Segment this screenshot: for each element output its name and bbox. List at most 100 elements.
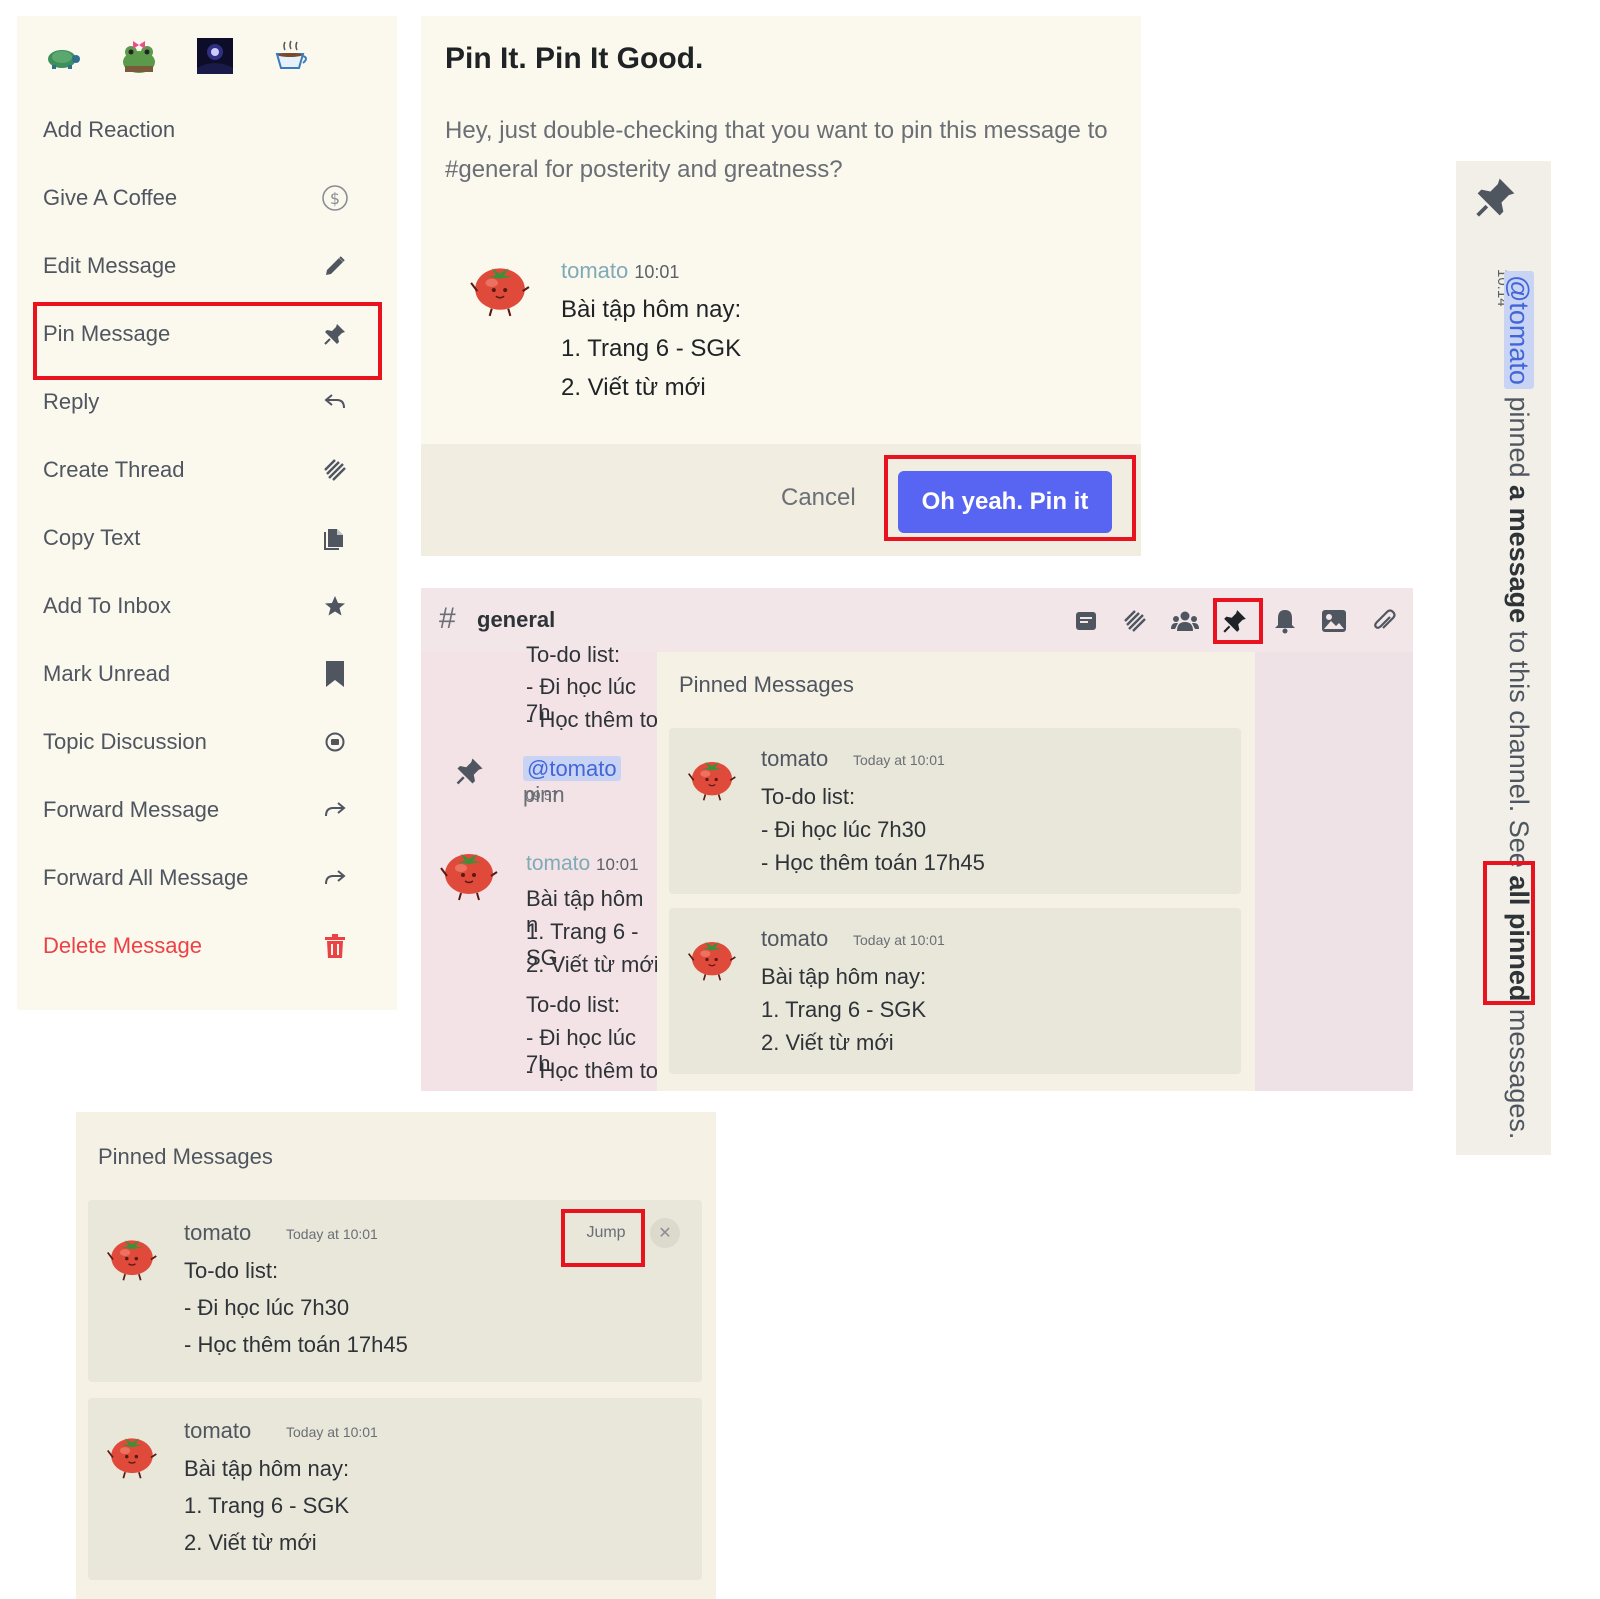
menu-copy-text[interactable]: Copy Text (27, 506, 365, 570)
menu-edit-message[interactable]: Edit Message (27, 234, 365, 298)
members-icon[interactable] (1168, 604, 1202, 638)
tomato-avatar (106, 1239, 158, 1282)
reply-arrow-icon (321, 388, 349, 416)
popout-title: Pinned Messages (98, 1144, 273, 1169)
message-username: tomato (761, 926, 829, 951)
tomato-avatar (687, 761, 737, 802)
member-list-area (1255, 652, 1413, 1091)
thread-icon[interactable] (1118, 604, 1152, 638)
bell-icon[interactable] (1268, 604, 1302, 638)
menu-item-label: Copy Text (43, 525, 141, 550)
tomato-avatar (687, 941, 737, 982)
highlight-jump-button (561, 1209, 645, 1267)
pinned-message-link[interactable]: a message (1504, 485, 1534, 623)
highlight-all-pinned-link (1483, 861, 1535, 1005)
menu-item-label: Mark Unread (43, 661, 171, 686)
image-icon[interactable] (1317, 604, 1351, 638)
channel-name: general (477, 607, 556, 632)
system-time: 09:57 (526, 788, 559, 803)
menu-topic-discussion[interactable]: Topic Discussion (27, 710, 365, 774)
message-context-menu: Add Reaction Give A Coffee $ Edit Messag… (17, 16, 397, 1010)
message-username: tomato (526, 852, 591, 875)
message-username: tomato (184, 1418, 252, 1443)
menu-item-label: Add Reaction (43, 117, 176, 142)
pinned-messages-popout: Pinned Messages tomato Today at 10:01 Ju… (76, 1112, 716, 1599)
copy-icon (321, 524, 349, 552)
message-line: 2. Viết từ mới (561, 374, 706, 401)
highlight-pin-toolbar-button (1213, 598, 1263, 644)
forward-arrow-icon (321, 864, 349, 892)
message-time: 10:01 (634, 262, 680, 282)
cancel-button[interactable]: Cancel (781, 484, 856, 512)
frog-with-bow-emoji-icon[interactable] (119, 36, 159, 76)
tomato-avatar (470, 267, 530, 317)
user-mention[interactable]: @tomato (523, 756, 621, 781)
menu-item-label: Give A Coffee (43, 185, 178, 210)
message-line: 2. Viết từ mới (761, 1030, 894, 1055)
trash-icon (321, 932, 349, 960)
svg-text:$: $ (330, 189, 340, 208)
dialog-description: Hey, just double-checking that you want … (445, 117, 1108, 183)
menu-add-to-inbox[interactable]: Add To Inbox (27, 574, 365, 638)
menu-item-label: Edit Message (43, 253, 177, 278)
message-line: Bài tập hôm nay: (561, 296, 742, 323)
pinned-message-card[interactable]: tomato Today at 10:01 Bài tập hôm nay: 1… (88, 1398, 702, 1580)
menu-item-label: Topic Discussion (43, 729, 207, 754)
message-username: tomato (561, 258, 629, 283)
message-line: - Học thêm toán 17h45 (761, 850, 985, 875)
message-line: - Đi học lúc 7h30 (761, 817, 927, 842)
menu-forward-message[interactable]: Forward Message (27, 778, 365, 842)
message-time: Today at 10:01 (853, 932, 945, 948)
message-line: - Học thêm to (526, 1058, 659, 1083)
menu-mark-unread[interactable]: Mark Unread (27, 642, 365, 706)
message-line: To-do list: (526, 642, 621, 667)
message-time: 10:01 (596, 855, 639, 874)
message-line: 1. Trang 6 - SGK (761, 997, 927, 1022)
highlight-pin-message (33, 302, 382, 380)
pin-icon (456, 758, 483, 785)
message-line: Bài tập hôm nay: (761, 964, 927, 989)
tomato-avatar (106, 1437, 158, 1480)
pinned-message-card[interactable]: tomato Today at 10:01 Bài tập hôm nay: 1… (669, 908, 1241, 1074)
dollar-coin-icon: $ (321, 184, 349, 212)
menu-item-label: Create Thread (43, 457, 185, 482)
message-line: 1. Trang 6 - SGK (184, 1493, 350, 1518)
message-time: Today at 10:01 (853, 752, 945, 768)
forward-arrow-icon (321, 796, 349, 824)
message-username: tomato (761, 746, 829, 771)
turtle-emoji-icon[interactable] (43, 36, 83, 76)
threads-list-icon[interactable] (1069, 604, 1103, 638)
quick-reactions (43, 36, 311, 76)
menu-create-thread[interactable]: Create Thread (27, 438, 365, 502)
bookmark-icon (321, 660, 349, 688)
pencil-icon (321, 252, 349, 280)
pinned-system-message: 10:14 @tomato pinned a message to this c… (1456, 161, 1551, 1155)
menu-item-label: Forward Message (43, 797, 220, 822)
channel-messages: To-do list: - Đi học lúc 7h - Học thêm t… (421, 642, 661, 1091)
pinned-message-card[interactable]: tomato Today at 10:01 To-do list: - Đi h… (669, 728, 1241, 894)
dialog-title: Pin It. Pin It Good. (445, 42, 704, 75)
message-line: 1. Trang 6 - SGK (561, 335, 742, 362)
user-mention[interactable]: @tomato (1504, 271, 1534, 389)
menu-give-a-coffee[interactable]: Give A Coffee $ (27, 166, 365, 230)
night-sky-emoji-icon[interactable] (195, 36, 235, 76)
close-icon[interactable]: ✕ (650, 1218, 680, 1248)
system-text: messages. (1504, 1001, 1534, 1140)
menu-add-reaction[interactable]: Add Reaction (27, 98, 365, 162)
message-line: - Học thêm to (526, 707, 659, 732)
menu-item-label: Delete Message (43, 933, 202, 958)
menu-item-label: Forward All Message (43, 865, 249, 890)
message-username: tomato (184, 1220, 252, 1245)
message-line: 2. Viết từ mới (526, 952, 659, 977)
menu-item-label: Add To Inbox (43, 593, 172, 618)
message-time: Today at 10:01 (286, 1226, 378, 1242)
hot-coffee-emoji-icon[interactable] (271, 36, 311, 76)
menu-forward-all-message[interactable]: Forward All Message (27, 846, 365, 910)
highlight-confirm-pin (884, 455, 1136, 541)
thread-icon (321, 456, 349, 484)
message-line: - Đi học lúc 7h30 (184, 1295, 350, 1320)
message-line: Bài tập hôm nay: (184, 1456, 350, 1481)
menu-delete-message[interactable]: Delete Message (27, 914, 365, 978)
tomato-avatar (440, 853, 498, 901)
paperclip-icon[interactable] (1367, 604, 1401, 638)
